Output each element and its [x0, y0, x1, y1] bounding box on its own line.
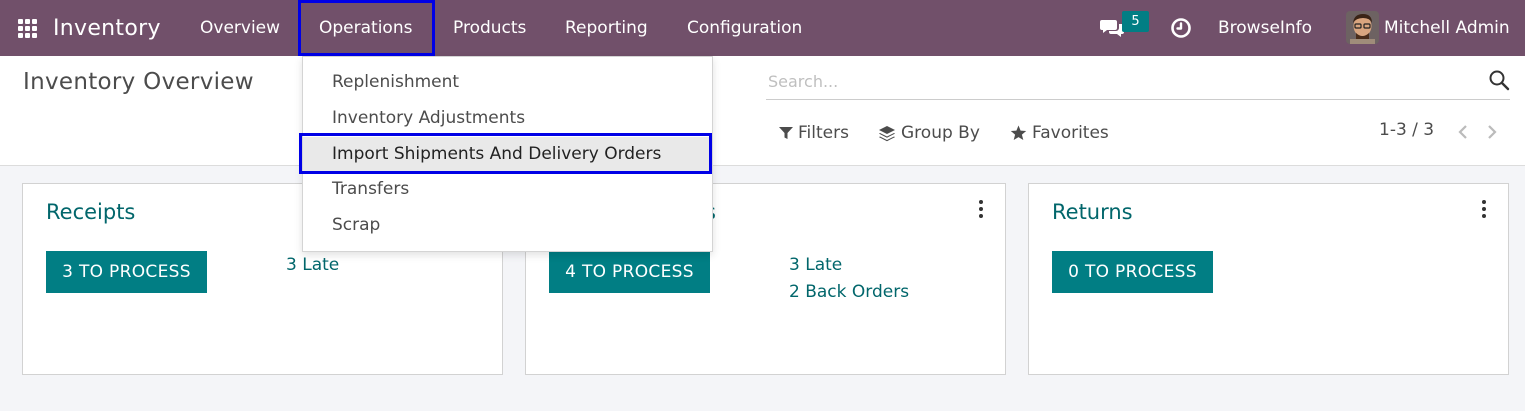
filters-label: Filters	[798, 123, 849, 143]
user-avatar[interactable]	[1346, 11, 1379, 44]
menu-configuration[interactable]: Configuration	[687, 0, 802, 56]
card-options-dots-icon[interactable]	[1477, 198, 1491, 220]
activity-clock-icon[interactable]	[1168, 0, 1194, 56]
star-icon	[1010, 125, 1027, 141]
menu-reporting[interactable]: Reporting	[565, 0, 648, 56]
kanban-card-returns: Returns 0 TO PROCESS	[1028, 183, 1509, 375]
filters-button[interactable]: Filters	[779, 118, 849, 148]
menu-item-replenishment[interactable]: Replenishment	[303, 65, 712, 99]
favorites-button[interactable]: Favorites	[1010, 118, 1109, 148]
search-bar	[766, 64, 1510, 100]
app-brand[interactable]: Inventory	[53, 0, 161, 56]
top-navbar: Inventory Overview Operations Products R…	[0, 0, 1525, 56]
back-orders-link[interactable]: 2 Back Orders	[789, 282, 909, 302]
group-by-label: Group By	[901, 123, 980, 143]
late-link[interactable]: 3 Late	[789, 255, 842, 275]
group-by-button[interactable]: Group By	[878, 118, 980, 148]
pager-previous-chevron-icon[interactable]	[1454, 120, 1472, 144]
menu-overview[interactable]: Overview	[200, 0, 280, 56]
control-panel: Inventory Overview Filters Group By	[0, 56, 1525, 166]
menu-products[interactable]: Products	[453, 0, 526, 56]
user-menu[interactable]: Mitchell Admin	[1384, 0, 1510, 56]
layers-icon	[878, 125, 896, 142]
to-process-button[interactable]: 0 TO PROCESS	[1052, 251, 1213, 293]
company-switcher[interactable]: BrowseInfo	[1218, 0, 1312, 56]
operations-dropdown-menu: Replenishment Inventory Adjustments Impo…	[302, 56, 713, 252]
menu-item-transfers[interactable]: Transfers	[303, 172, 712, 206]
filter-icon	[779, 126, 793, 140]
card-options-dots-icon[interactable]	[974, 198, 988, 220]
pager-next-chevron-icon[interactable]	[1483, 120, 1501, 144]
to-process-button[interactable]: 3 TO PROCESS	[46, 251, 207, 293]
menu-item-scrap[interactable]: Scrap	[303, 208, 712, 242]
pager-value[interactable]: 1-3 / 3	[1379, 120, 1434, 140]
to-process-button[interactable]: 4 TO PROCESS	[549, 251, 710, 293]
late-link[interactable]: 3 Late	[286, 255, 339, 275]
apps-menu-icon[interactable]	[14, 0, 40, 56]
page-title: Inventory Overview	[23, 69, 254, 95]
menu-item-inventory-adjustments[interactable]: Inventory Adjustments	[303, 101, 712, 135]
message-count-badge: 5	[1122, 11, 1149, 32]
card-title[interactable]: Returns	[1052, 200, 1133, 224]
menu-item-import-shipments[interactable]: Import Shipments And Delivery Orders	[303, 137, 712, 171]
search-input[interactable]	[766, 64, 1466, 98]
menu-operations[interactable]: Operations	[319, 0, 412, 56]
favorites-label: Favorites	[1032, 123, 1109, 143]
search-icon[interactable]	[1488, 69, 1512, 93]
card-title[interactable]: Receipts	[46, 200, 135, 224]
